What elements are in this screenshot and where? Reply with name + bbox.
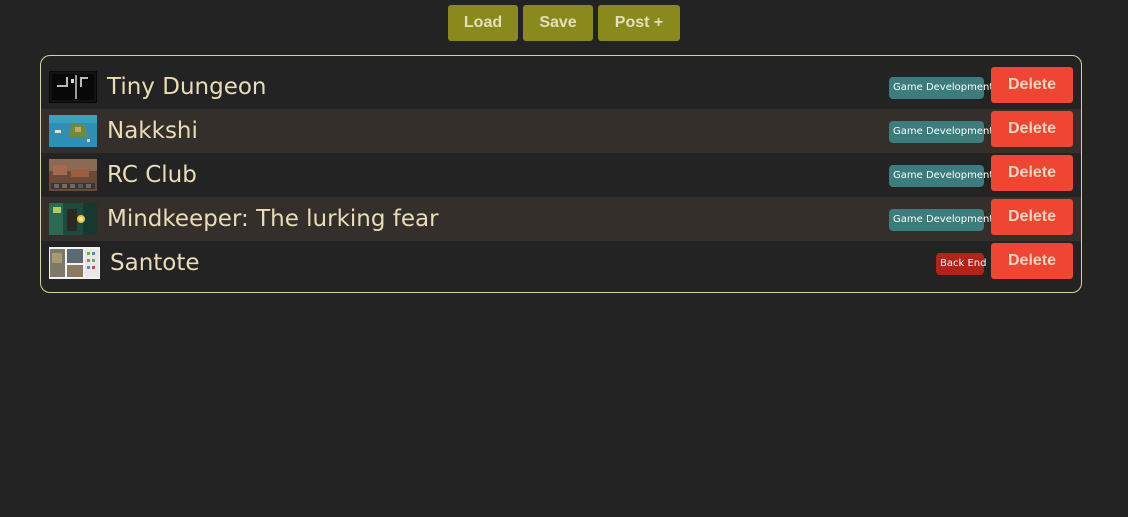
category-badge: Game Development — [889, 209, 993, 231]
list-item[interactable]: Tiny Dungeon Game Development Delete — [41, 65, 1081, 109]
category-badge: Game Development — [889, 77, 993, 99]
forest-lantern-thumbnail — [49, 203, 97, 235]
dark-dungeon-thumbnail — [49, 71, 97, 103]
list-item[interactable]: Santote Back End Delete — [41, 241, 1081, 285]
list-item[interactable]: Nakkshi Game Development Delete — [41, 109, 1081, 153]
post-title: Santote — [110, 250, 200, 276]
delete-button[interactable]: Delete — [991, 155, 1073, 191]
ocean-boat-thumbnail — [49, 115, 97, 147]
category-badge: Game Development — [889, 121, 993, 143]
delete-button[interactable]: Delete — [991, 67, 1073, 103]
delete-button[interactable]: Delete — [991, 111, 1073, 147]
post-title: Tiny Dungeon — [107, 74, 267, 100]
rc-car-thumbnail — [49, 159, 97, 191]
post-button[interactable]: Post + — [598, 5, 680, 41]
post-title: Mindkeeper: The lurking fear — [107, 206, 439, 232]
list-item[interactable]: Mindkeeper: The lurking fear Game Develo… — [41, 197, 1081, 241]
post-title: Nakkshi — [107, 118, 198, 144]
collage-thumbnail — [49, 247, 100, 279]
list-item[interactable]: RC Club Game Development Delete — [41, 153, 1081, 197]
category-badge: Back End — [936, 253, 986, 275]
delete-button[interactable]: Delete — [991, 243, 1073, 279]
category-badge: Game Development — [889, 165, 993, 187]
save-button[interactable]: Save — [523, 5, 593, 41]
delete-button[interactable]: Delete — [991, 199, 1073, 235]
posts-list: Tiny Dungeon Game Development Delete Nak… — [40, 55, 1082, 293]
post-title: RC Club — [107, 162, 197, 188]
load-button[interactable]: Load — [448, 5, 518, 41]
toolbar: Load Save Post + — [0, 5, 1128, 41]
